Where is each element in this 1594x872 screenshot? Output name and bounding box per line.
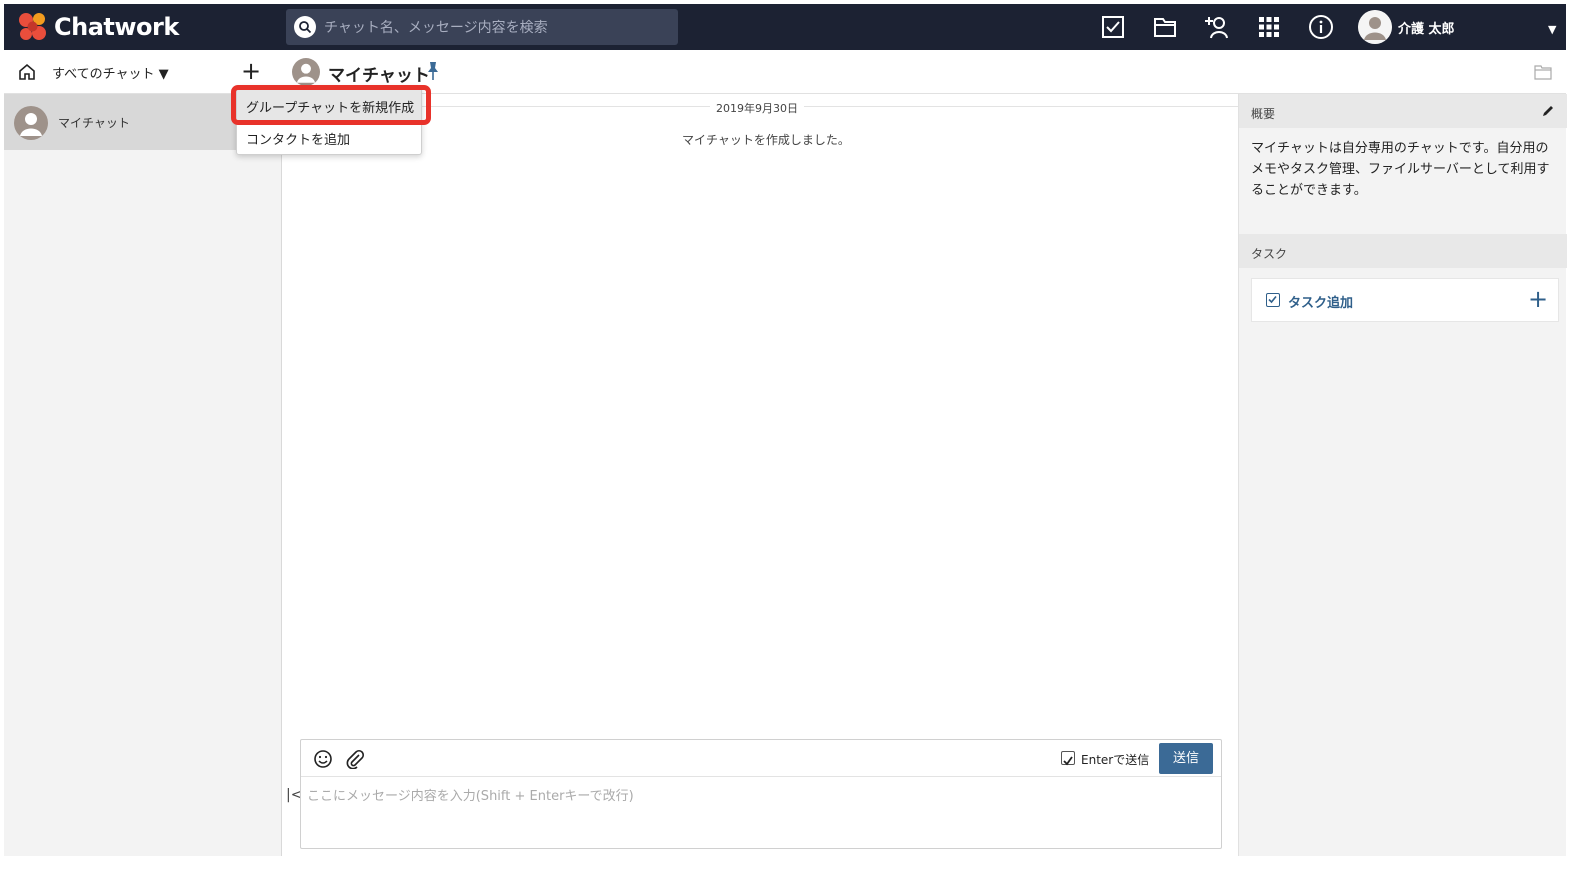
- attachment-icon[interactable]: [345, 749, 365, 770]
- tasks-header: タスク: [1239, 234, 1567, 268]
- avatar: [14, 106, 48, 140]
- folder-icon[interactable]: [1146, 4, 1184, 50]
- overview-description: マイチャットは自分専用のチャットです。自分用のメモやタスク管理、ファイルサーバー…: [1251, 141, 1550, 198]
- right-panel: 概要 マイチャットは自分専用のチャットです。自分用のメモやタスク管理、ファイルサ…: [1238, 94, 1567, 856]
- chat-header: マイチャット: [282, 50, 1566, 94]
- composer-toolbar: Enterで送信 送信: [301, 740, 1221, 777]
- overview-header: 概要: [1239, 94, 1567, 128]
- emoji-icon[interactable]: [313, 749, 333, 769]
- add-task-button[interactable]: タスク追加 +: [1251, 278, 1559, 322]
- page-title: マイチャット: [328, 66, 430, 86]
- add-task-label: タスク追加: [1288, 296, 1354, 311]
- tasks-title: タスク: [1251, 247, 1288, 261]
- task-check-icon[interactable]: [1094, 4, 1132, 50]
- date-divider: [412, 106, 1238, 107]
- avatar: [1358, 10, 1392, 44]
- system-message: マイチャットを作成しました。: [682, 133, 850, 147]
- message-composer: Enterで送信 送信 ここにメッセージ内容を入力(Shift + Enterキ…: [300, 739, 1222, 849]
- chatwork-logo-icon: [19, 13, 46, 40]
- date-label: 2019年9月30日: [710, 100, 804, 116]
- pin-icon[interactable]: [426, 61, 440, 81]
- menu-item-add-contact[interactable]: コンタクトを追加: [237, 121, 421, 153]
- apps-grid-icon[interactable]: [1250, 4, 1288, 50]
- overview-title: 概要: [1251, 107, 1276, 121]
- enter-to-send-label: Enterで送信: [1081, 753, 1150, 767]
- send-button[interactable]: 送信: [1159, 743, 1213, 774]
- enter-to-send-checkbox[interactable]: [1061, 751, 1075, 766]
- search-input[interactable]: チャット名、メッセージ内容を検索: [324, 17, 548, 37]
- add-contact-icon[interactable]: [1198, 4, 1236, 50]
- edit-icon[interactable]: [1541, 104, 1555, 118]
- avatar: [292, 58, 320, 86]
- sidebar: すべてのチャット ▼ + マイチャット: [4, 50, 282, 856]
- home-icon[interactable]: [18, 63, 36, 81]
- user-menu[interactable]: 介護 太郎: [1358, 10, 1455, 44]
- sidebar-item-label: マイチャット: [58, 116, 130, 130]
- search-icon: [294, 16, 316, 38]
- chat-filter-dropdown[interactable]: すべてのチャット ▼: [52, 63, 169, 82]
- chat-area: マイチャット 2019年9月30日 マイチャットを作成しました。 |< Ente…: [282, 50, 1566, 856]
- highlight-box: [231, 85, 431, 125]
- info-icon[interactable]: [1302, 4, 1340, 50]
- search-bar[interactable]: チャット名、メッセージ内容を検索: [286, 9, 678, 45]
- add-button[interactable]: +: [236, 58, 266, 86]
- plus-icon[interactable]: +: [1528, 285, 1548, 313]
- message-input[interactable]: ここにメッセージ内容を入力(Shift + Enterキーで改行): [307, 785, 634, 804]
- task-check-icon: [1266, 293, 1280, 307]
- chatwork-logo[interactable]: Chatwork: [16, 11, 179, 43]
- folder-icon[interactable]: [1534, 64, 1552, 80]
- app-name: Chatwork: [54, 13, 179, 41]
- chevron-down-icon[interactable]: ▼: [1548, 23, 1556, 36]
- top-bar: Chatwork チャット名、メッセージ内容を検索 介護 太郎 ▼: [4, 4, 1566, 50]
- user-name: 介護 太郎: [1398, 21, 1455, 37]
